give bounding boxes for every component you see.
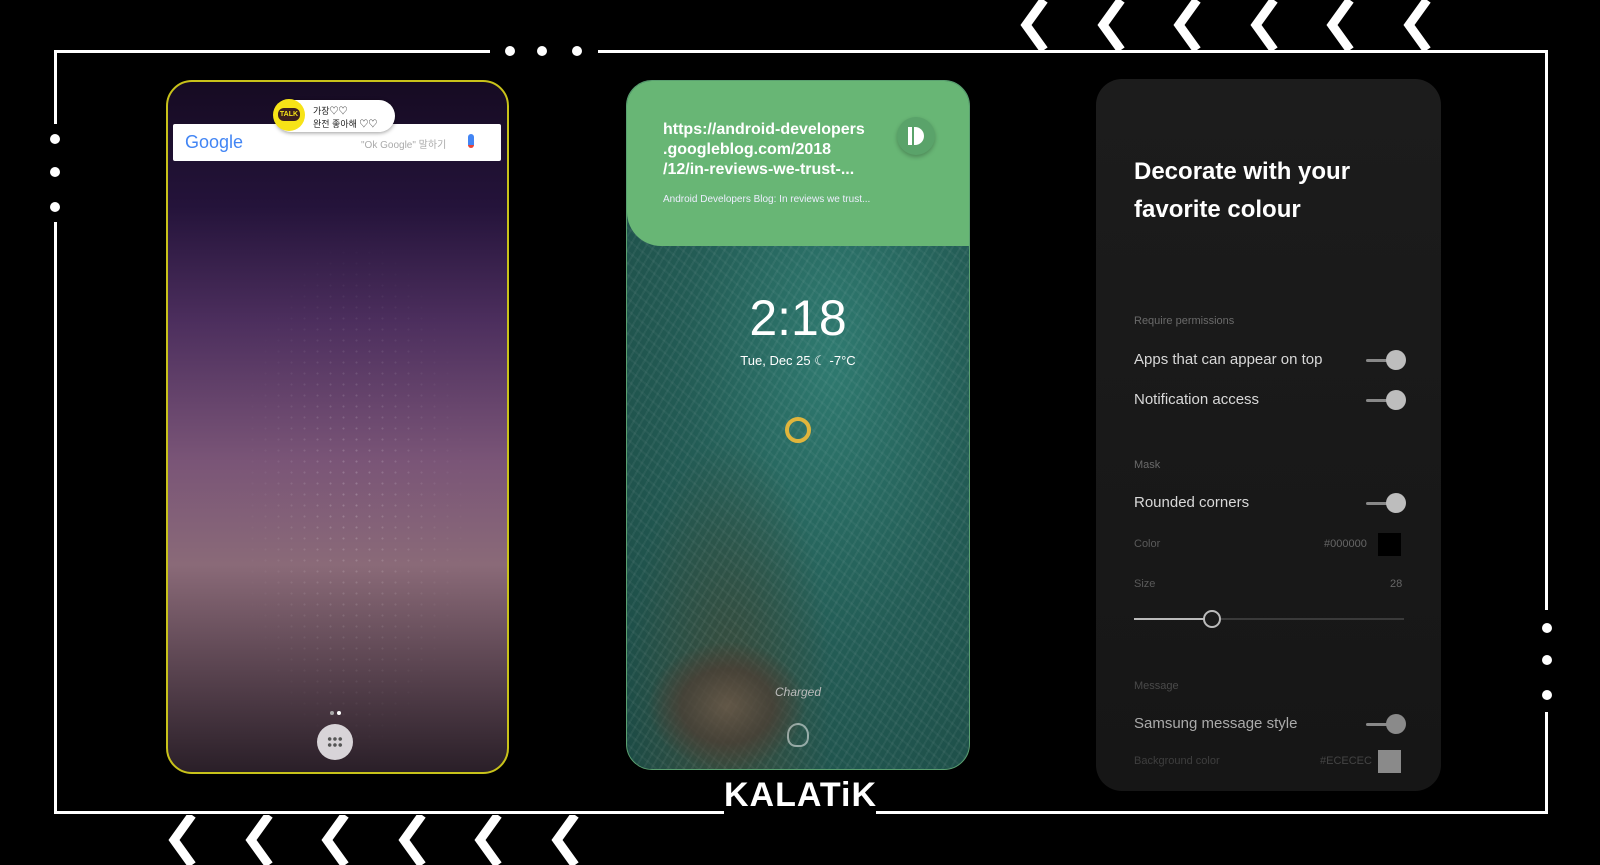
section-permissions: Require permissions <box>1134 315 1235 327</box>
dot <box>1542 655 1552 665</box>
google-logo: Google <box>185 132 244 152</box>
wallpaper-stars <box>168 82 507 772</box>
apps-grid-icon[interactable] <box>317 724 353 760</box>
date: Tue, Dec 25 <box>740 353 811 368</box>
toggle-samsung-style[interactable] <box>1366 714 1406 734</box>
size-slider[interactable] <box>1134 609 1404 629</box>
chevron-left-icon <box>1173 0 1201 50</box>
frame-left-top <box>54 50 57 124</box>
chevron-left-icon <box>1097 0 1125 50</box>
kakao-notification[interactable]: TALK 가장♡♡ 완전 좋아해 ♡♡ <box>273 99 395 132</box>
settings-phone: Decorate with your favorite colour Requi… <box>1096 79 1441 791</box>
temperature: -7°C <box>829 353 856 368</box>
chevron-left-icon <box>1020 0 1048 50</box>
kakaotalk-icon: TALK <box>273 99 305 131</box>
dot <box>1542 690 1552 700</box>
slider-thumb[interactable] <box>1203 610 1222 628</box>
chevron-left-icon <box>321 815 349 865</box>
moon-icon: ☾ <box>814 353 830 368</box>
chevron-left-icon <box>245 815 273 865</box>
wallpaper-rocks <box>647 641 807 769</box>
toggle-apps-on-top[interactable] <box>1366 350 1406 370</box>
dot <box>1542 623 1552 633</box>
setting-notification-access[interactable]: Notification access <box>1134 391 1259 408</box>
chevron-left-icon <box>1403 0 1431 50</box>
frame-bottom-right <box>876 811 1548 814</box>
section-message: Message <box>1134 680 1179 692</box>
chevron-left-icon <box>1250 0 1278 50</box>
color-swatch[interactable] <box>1378 533 1401 556</box>
dot <box>50 202 60 212</box>
dot <box>505 46 515 56</box>
size-value: 28 <box>1390 578 1403 590</box>
fingerprint-icon[interactable] <box>787 723 809 747</box>
chevron-left-icon <box>398 815 426 865</box>
lockscreen-phone: https://android-developers .googleblog.c… <box>626 80 970 770</box>
launcher-phone: Google "Ok Google" 말하기 TALK 가장♡♡ 완전 좋아해 … <box>166 80 509 774</box>
background-color-value: #ECECEC <box>1320 755 1372 767</box>
setting-background-color[interactable]: Background color <box>1134 755 1220 767</box>
charging-status: Charged <box>774 685 822 699</box>
dot <box>537 46 547 56</box>
color-value: #000000 <box>1324 538 1367 550</box>
setting-rounded-corners[interactable]: Rounded corners <box>1134 494 1249 511</box>
pushbullet-icon[interactable] <box>897 117 935 155</box>
dot <box>50 134 60 144</box>
brand-logo: KALATiK <box>724 776 878 814</box>
link-notification-card[interactable]: https://android-developers .googleblog.c… <box>627 81 969 246</box>
date-weather: Tue, Dec 25 ☾ -7°C <box>627 353 969 369</box>
setting-apps-on-top[interactable]: Apps that can appear on top <box>1134 351 1322 368</box>
setting-samsung-style[interactable]: Samsung message style <box>1134 715 1297 732</box>
mic-icon[interactable] <box>468 134 474 148</box>
notification-line1: 가장♡♡ <box>313 106 348 116</box>
background-color-swatch[interactable] <box>1378 750 1401 773</box>
toggle-notification-access[interactable] <box>1366 390 1406 410</box>
frame-bottom-left <box>54 811 724 814</box>
frame-left-bottom <box>54 222 57 814</box>
settings-title: Decorate with your favorite colour <box>1134 158 1351 223</box>
chevron-left-icon <box>168 815 196 865</box>
section-mask: Mask <box>1134 459 1161 471</box>
chevron-left-icon <box>1326 0 1354 50</box>
frame-right-top <box>1545 50 1548 610</box>
dot <box>50 167 60 177</box>
floating-swimmer <box>785 417 811 443</box>
setting-size: Size <box>1134 578 1156 590</box>
dot <box>572 46 582 56</box>
toggle-rounded-corners[interactable] <box>1366 493 1406 513</box>
chevron-left-icon <box>551 815 579 865</box>
notification-url: https://android-developers .googleblog.c… <box>663 121 865 178</box>
search-placeholder: "Ok Google" 말하기 <box>361 140 447 151</box>
chevron-left-icon <box>474 815 502 865</box>
setting-color[interactable]: Color <box>1134 538 1160 550</box>
frame-top-right <box>598 50 1548 53</box>
page-indicator <box>330 702 341 720</box>
clock-time: 2:18 <box>749 290 847 346</box>
notification-line2: 완전 좋아해 ♡♡ <box>313 119 378 129</box>
frame-right-bottom <box>1545 712 1548 814</box>
frame-top-left <box>54 50 490 53</box>
notification-subtitle: Android Developers Blog: In reviews we t… <box>663 194 871 205</box>
